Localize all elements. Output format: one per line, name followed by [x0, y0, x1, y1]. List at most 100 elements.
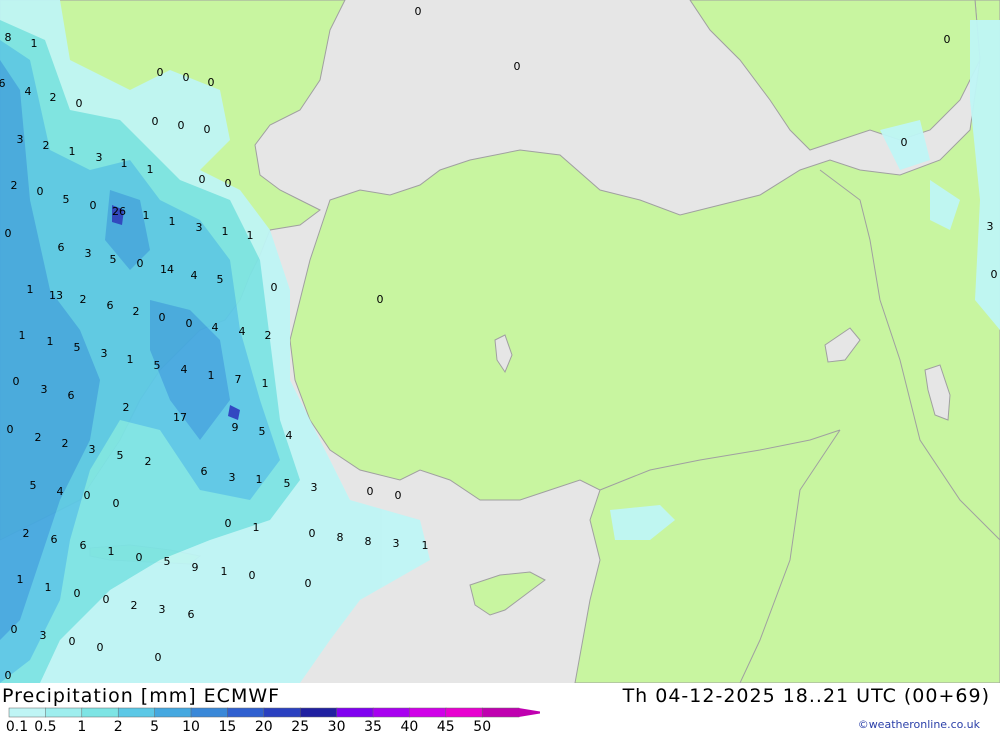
precip-value-label: 0	[415, 5, 422, 18]
land-cyprus	[469, 571, 546, 616]
precip-value-label: 4	[191, 269, 198, 282]
precip-value-label: 0	[395, 489, 402, 502]
precip-value-label: 1	[221, 565, 228, 578]
precip-value-label: 7	[235, 373, 242, 386]
precip-value-label: 0	[37, 185, 44, 198]
precip-value-label: 0	[271, 281, 278, 294]
precip-value-label: 0	[152, 115, 159, 128]
precip-value-label: 2	[35, 431, 42, 444]
precip-value-label: 0	[90, 199, 97, 212]
precip-value-label: 0	[367, 485, 374, 498]
precip-value-label: 0	[186, 317, 193, 330]
precip-value-label: 6	[201, 465, 208, 478]
precip-value-label: 6	[68, 389, 75, 402]
precip-value-label: 1	[19, 329, 26, 342]
precip-value-label: 6	[80, 539, 87, 552]
precip-value-label: 0	[155, 651, 162, 664]
precip-value-label: 2	[123, 401, 130, 414]
precip-value-label: 0	[74, 587, 81, 600]
precip-value-label: 0	[5, 227, 12, 240]
precip-value-label: 5	[63, 193, 70, 206]
precip-value-label: 0	[305, 577, 312, 590]
precip-value-label: 5	[30, 479, 37, 492]
precip-value-label: 6	[58, 241, 65, 254]
legend-swatch	[481, 707, 520, 718]
color-legend: 0.1 0.5 1 2 5 10 15 20 25 30 35 40 45 50	[6, 707, 540, 733]
precip-value-label: 1	[422, 539, 429, 552]
precip-value-label: 3	[17, 133, 24, 146]
precip-value-label: 6	[188, 608, 195, 621]
precip-value-label: 0	[901, 136, 908, 149]
precip-value-label: 0	[69, 635, 76, 648]
land-caucasus	[689, 0, 981, 151]
precip-value-label: 13	[49, 289, 63, 302]
precip-value-label: 5	[110, 253, 117, 266]
bottom-bar: Precipitation [mm] ECMWF Th 04-12-2025 1…	[0, 683, 1000, 733]
legend-tick-label: 15	[218, 719, 236, 733]
legend-tick-label: 45	[437, 719, 455, 733]
precip-value-label: 2	[265, 329, 272, 342]
precip-value-label: 1	[256, 473, 263, 486]
legend-swatch	[372, 707, 411, 718]
precip-value-label: 0	[249, 569, 256, 582]
legend-tick-label: 5	[150, 719, 159, 733]
precip-value-label: 0	[377, 293, 384, 306]
precip-value-label: 4	[286, 429, 293, 442]
legend-swatch	[445, 707, 483, 718]
precip-value-label: 5	[154, 359, 161, 372]
legend-swatch	[81, 707, 119, 718]
precip-value-label: 1	[47, 335, 54, 348]
precip-value-label: 3	[89, 443, 96, 456]
precip-value-label: 0	[103, 593, 110, 606]
precip-value-label: 1	[262, 377, 269, 390]
legend-swatch	[299, 707, 338, 718]
precipitation-map: 0 8 1 6 4 2 0 0 0 0 0 0 0 0 0 3 2 1 3 1 1 2 0 5 0 26 1 1 3 1 1 0 0 0 6 3 5 0 1…	[0, 0, 1000, 683]
precip-value-label: 2	[11, 179, 18, 192]
precip-value-label: 5	[284, 477, 291, 490]
precip-value-label: 0	[208, 76, 215, 89]
precip-value-label: 5	[74, 341, 81, 354]
legend-swatch	[45, 707, 83, 718]
precip-value-label: 0	[11, 623, 18, 636]
precip-value-label: 2	[133, 305, 140, 318]
precip-value-label: 2	[131, 599, 138, 612]
precip-value-label: 1	[169, 215, 176, 228]
legend-swatch	[8, 707, 47, 718]
precip-value-label: 0	[225, 517, 232, 530]
precip-value-label: 1	[143, 209, 150, 222]
precip-value-label: 0	[5, 669, 12, 682]
precip-value-label: 2	[23, 527, 30, 540]
precip-value-label: 0	[204, 123, 211, 136]
precip-value-label: 3	[229, 471, 236, 484]
precip-value-label: 2	[80, 293, 87, 306]
precip-value-label: 14	[160, 263, 174, 276]
precip-value-label: 2	[62, 437, 69, 450]
precip-value-label: 1	[208, 369, 215, 382]
precip-value-label: 4	[239, 325, 246, 338]
precip-value-label: 2	[50, 91, 57, 104]
precip-value-label: 3	[311, 481, 318, 494]
precip-value-label: 0	[97, 641, 104, 654]
precip-value-label: 1	[31, 37, 38, 50]
precip-value-label: 4	[181, 363, 188, 376]
legend-tick-label: 50	[473, 719, 491, 733]
legend-swatch	[154, 707, 192, 718]
precip-value-label: 3	[40, 629, 47, 642]
precip-value-label: 0	[84, 489, 91, 502]
precip-value-label: 6	[107, 299, 114, 312]
precip-value-label: 3	[41, 383, 48, 396]
legend-swatch	[117, 707, 156, 718]
credit-link[interactable]: ©weatheronline.co.uk	[858, 718, 980, 731]
precip-value-label: 0	[514, 60, 521, 73]
precip-value-label: 1	[69, 145, 76, 158]
precip-value-label: 9	[232, 421, 239, 434]
legend-tick-label: 30	[328, 719, 346, 733]
legend-tick-label: 35	[364, 719, 382, 733]
precip-value-label: 0	[183, 71, 190, 84]
precip-value-label: 0	[199, 173, 206, 186]
precip-value-label: 1	[121, 157, 128, 170]
legend-tick-label: 40	[400, 719, 418, 733]
precip-value-label: 1	[127, 353, 134, 366]
legend-swatch	[336, 707, 374, 718]
legend-tick-label: 10	[182, 719, 200, 733]
